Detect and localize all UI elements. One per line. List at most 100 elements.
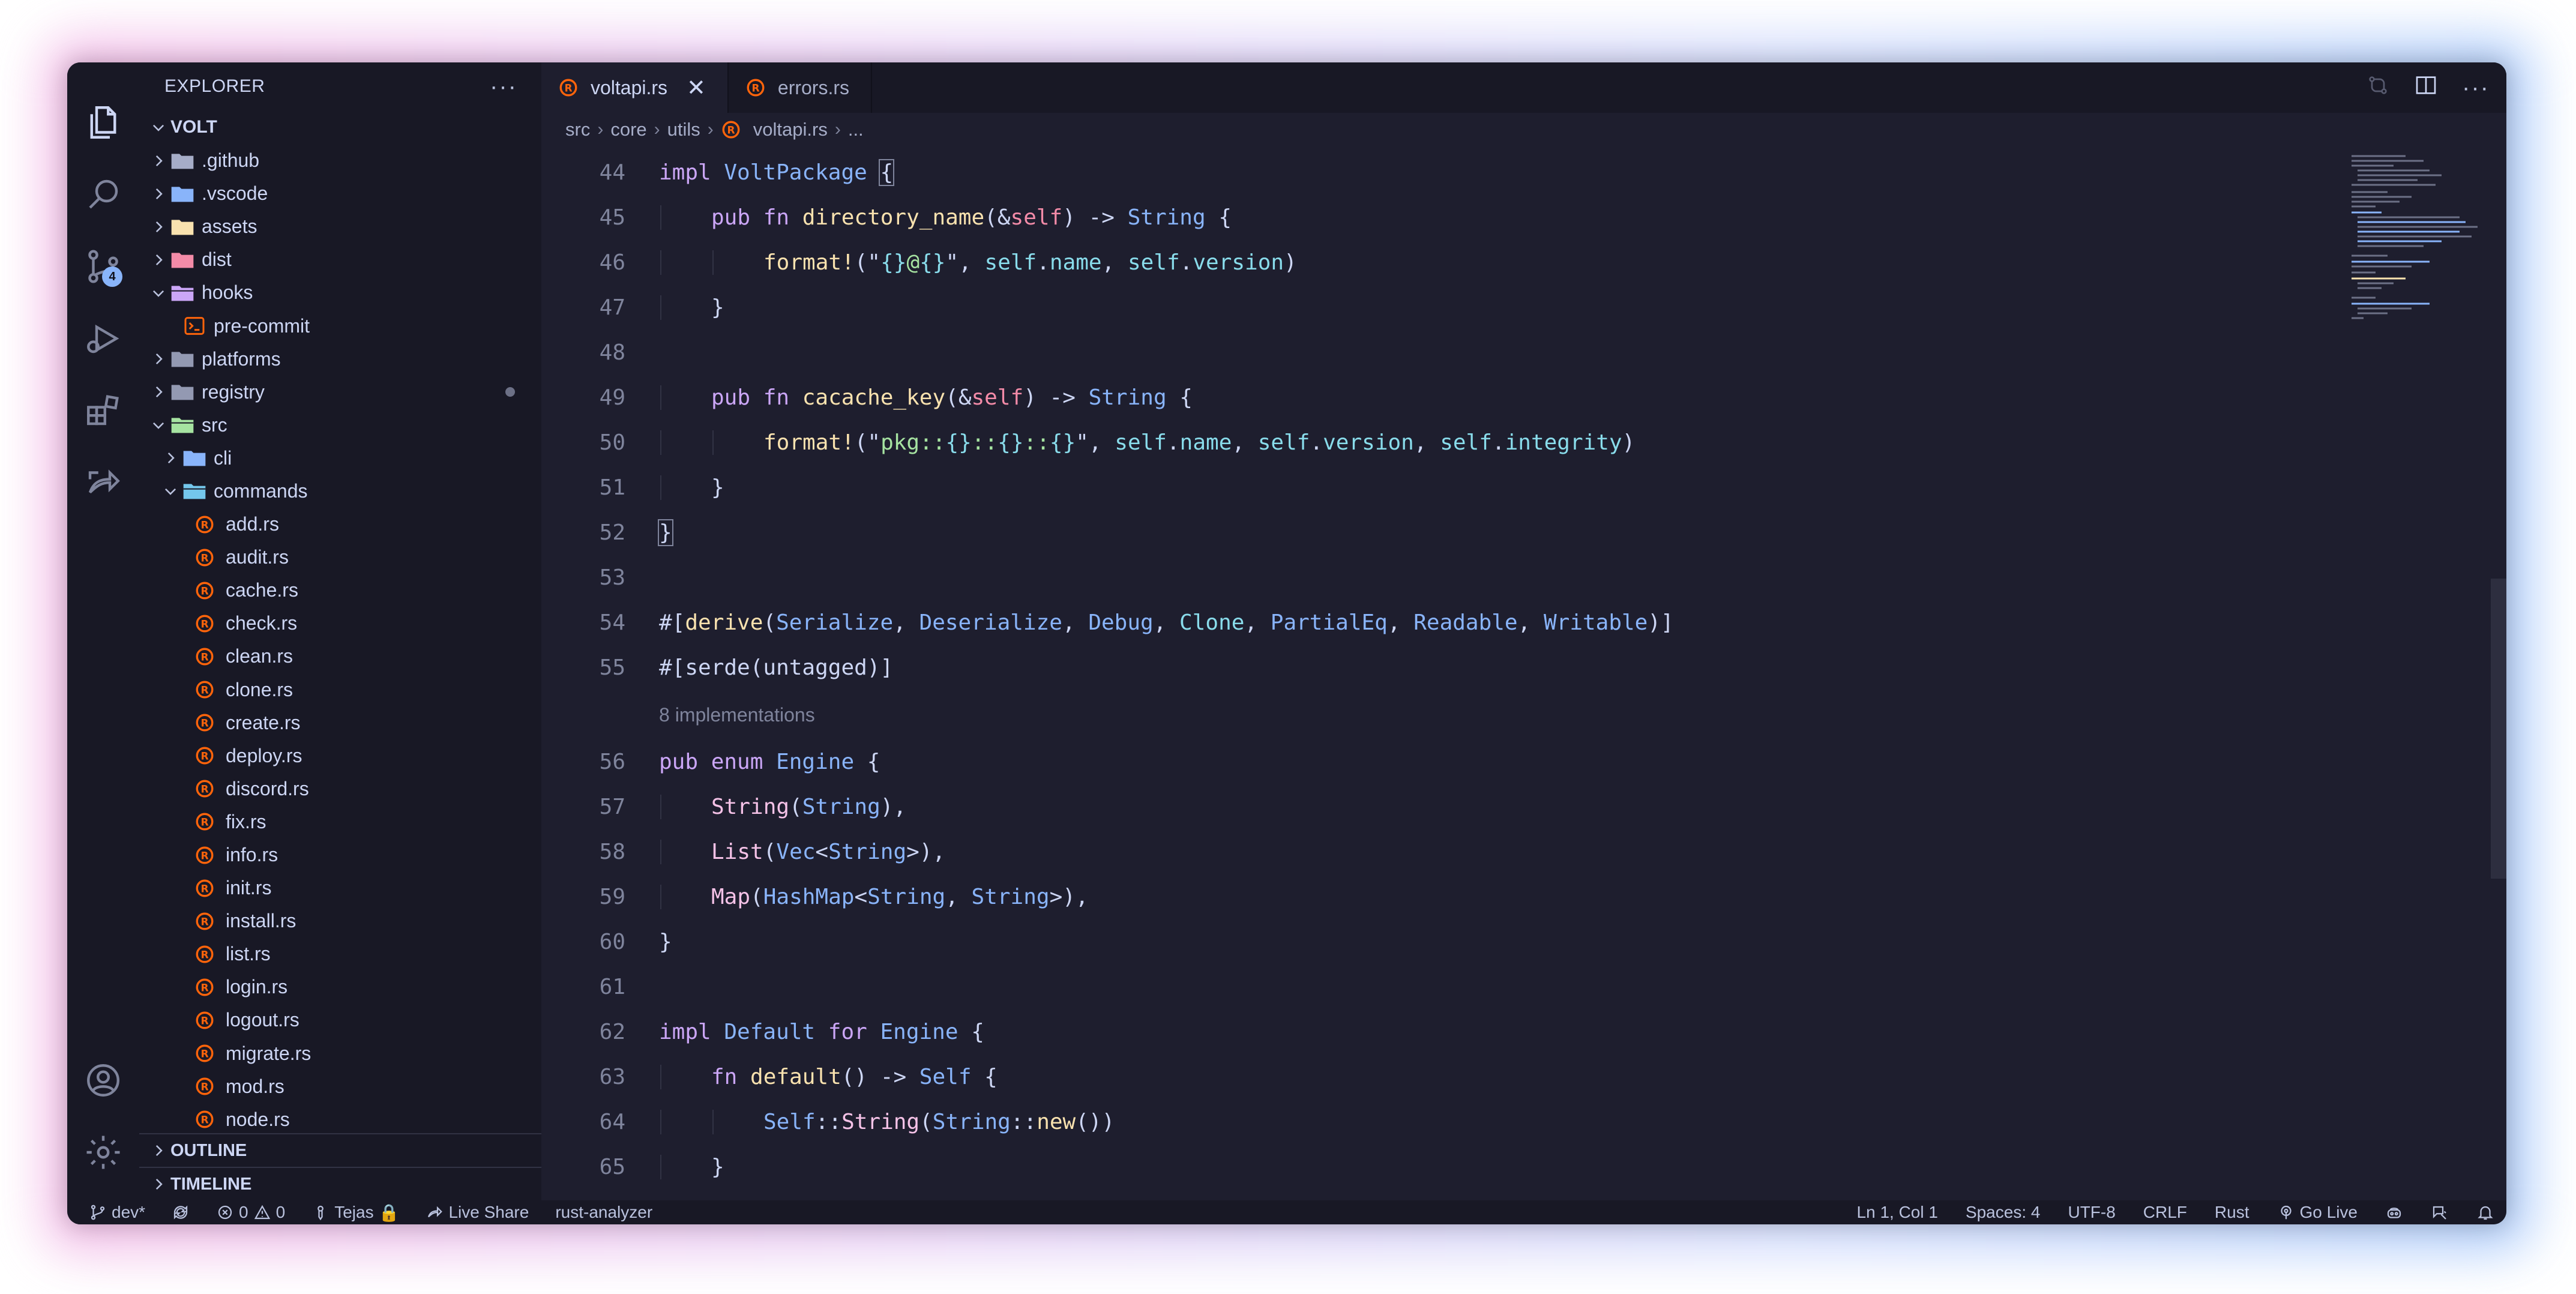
cursor-position[interactable]: Ln 1, Col 1 [1857,1203,1938,1222]
folder-item[interactable]: src [139,409,541,442]
timeline-label: TIMELINE [170,1174,252,1194]
search-icon[interactable] [67,158,139,230]
file-item[interactable]: Rinit.rs [139,871,541,904]
file-item[interactable]: Radd.rs [139,508,541,541]
code-token: , [893,610,919,635]
code-line: 50 format!("pkg::{}::{}::{}", self.name, … [541,420,2338,465]
live-share-status[interactable]: Live Share [426,1203,529,1222]
cli-folder-icon [182,448,210,468]
minimap[interactable] [2340,150,2490,1200]
folder-item[interactable]: dist [139,243,541,276]
file-item[interactable]: Rcreate.rs [139,706,541,739]
breadcrumb-item[interactable]: core [610,119,646,140]
breadcrumb-item[interactable]: ... [848,119,864,140]
account-icon[interactable] [67,1044,139,1116]
explorer-icon[interactable] [67,86,139,158]
code-token: )] [1648,610,1674,635]
code-token: integrity [1505,430,1622,455]
line-endings[interactable]: CRLF [2143,1203,2187,1222]
file-item[interactable]: Rmod.rs [139,1070,541,1103]
close-icon[interactable]: ✕ [687,74,706,101]
code-token: Debug [1088,610,1154,635]
vertical-scrollbar[interactable] [2491,579,2506,879]
split-editor-icon[interactable] [2414,73,2438,103]
settings-gear-icon[interactable] [67,1116,139,1188]
timeline-section[interactable]: TIMELINE [139,1167,541,1200]
file-item[interactable]: Rclean.rs [139,640,541,673]
code-token: derive [685,610,763,635]
outline-section[interactable]: OUTLINE [139,1133,541,1167]
code-text: format!("pkg::{}::{}::{}", self.name, se… [659,430,1635,455]
line-number: 50 [599,430,625,455]
breadcrumb-item[interactable]: src [565,119,590,140]
file-item[interactable]: Rdiscord.rs [139,772,541,805]
code-line: 57 String(String), [541,784,2338,829]
go-live-button[interactable]: Go Live [2277,1203,2358,1222]
code-line: 61 [541,964,2338,1010]
ellipsis-icon[interactable]: ··· [490,73,517,100]
folder-item[interactable]: commands [139,475,541,508]
file-item[interactable]: Rlist.rs [139,937,541,970]
file-item[interactable]: Rcheck.rs [139,607,541,640]
source-control-icon[interactable]: 4 [67,230,139,302]
file-item[interactable]: Raudit.rs [139,541,541,574]
line-number: 51 [599,475,625,500]
folder-item[interactable]: .github [139,144,541,177]
breadcrumb-item[interactable]: utils [667,119,700,140]
code-token: , [1232,430,1258,455]
breadcrumb-item[interactable]: voltapi.rs [753,119,828,140]
rust-file-icon: R [194,712,222,733]
live-share-icon[interactable] [67,447,139,519]
folder-item[interactable]: .vscode [139,177,541,210]
codelens-implementations[interactable]: 8 implementations [541,690,2338,739]
file-tree: .github .vscode assets dist hooks pre-commit p… [139,144,541,1188]
code-token: version [1323,430,1414,455]
language-mode[interactable]: Rust [2215,1203,2249,1222]
compare-changes-icon[interactable] [2366,73,2390,103]
tab-voltapi[interactable]: R voltapi.rs ✕ [541,62,729,113]
code-token: { [1166,385,1193,410]
indentation[interactable]: Spaces: 4 [1966,1203,2041,1222]
svg-text:R: R [200,519,208,531]
user-icon [317,1205,324,1221]
code-token: @ [906,250,920,275]
file-item[interactable]: pre-commit [139,309,541,342]
tab-errors[interactable]: R errors.rs [728,62,872,113]
code-token: (" [854,430,881,455]
branch-indicator[interactable]: dev* [89,1203,145,1222]
feedback-icon[interactable] [2431,1203,2449,1223]
analyzer-status[interactable]: rust-analyzer [555,1203,652,1222]
copilot-icon[interactable] [2385,1203,2403,1223]
code-editor[interactable]: 44 impl VoltPackage {45 pub fn directory_n… [541,150,2338,1200]
run-debug-icon[interactable] [67,302,139,375]
file-item[interactable]: Rinfo.rs [139,838,541,871]
problems-indicator[interactable]: 0 0 [216,1203,285,1222]
workspace-root[interactable]: VOLT [139,110,541,144]
commands-folder-icon [182,481,210,501]
folder-item[interactable]: cli [139,442,541,475]
file-item[interactable]: Rlogout.rs [139,1004,541,1037]
file-item[interactable]: Rdeploy.rs [139,739,541,772]
extensions-icon[interactable] [67,375,139,447]
code-token: , [945,885,972,909]
file-item[interactable]: Rcache.rs [139,574,541,607]
code-token: (& [984,205,1011,230]
folder-item[interactable]: registry [139,376,541,409]
rust-file-icon: R [194,911,222,931]
file-item[interactable]: Rmigrate.rs [139,1037,541,1070]
folder-item[interactable]: assets [139,210,541,243]
file-item[interactable]: Rclone.rs [139,673,541,706]
file-item[interactable]: Rinstall.rs [139,904,541,937]
folder-item[interactable]: platforms [139,343,541,376]
user-indicator[interactable]: Tejas 🔒 [311,1203,399,1223]
more-actions-icon[interactable]: ··· [2462,74,2490,101]
sync-icon[interactable] [172,1203,190,1221]
file-item[interactable]: Rnode.rs [139,1103,541,1136]
chevron-right-icon [146,384,170,400]
folder-item[interactable]: hooks [139,276,541,309]
notifications-bell-icon[interactable] [2476,1203,2494,1223]
encoding[interactable]: UTF-8 [2068,1203,2115,1222]
file-item[interactable]: Rlogin.rs [139,970,541,1004]
file-item[interactable]: Rfix.rs [139,805,541,838]
svg-text:R: R [200,718,208,730]
